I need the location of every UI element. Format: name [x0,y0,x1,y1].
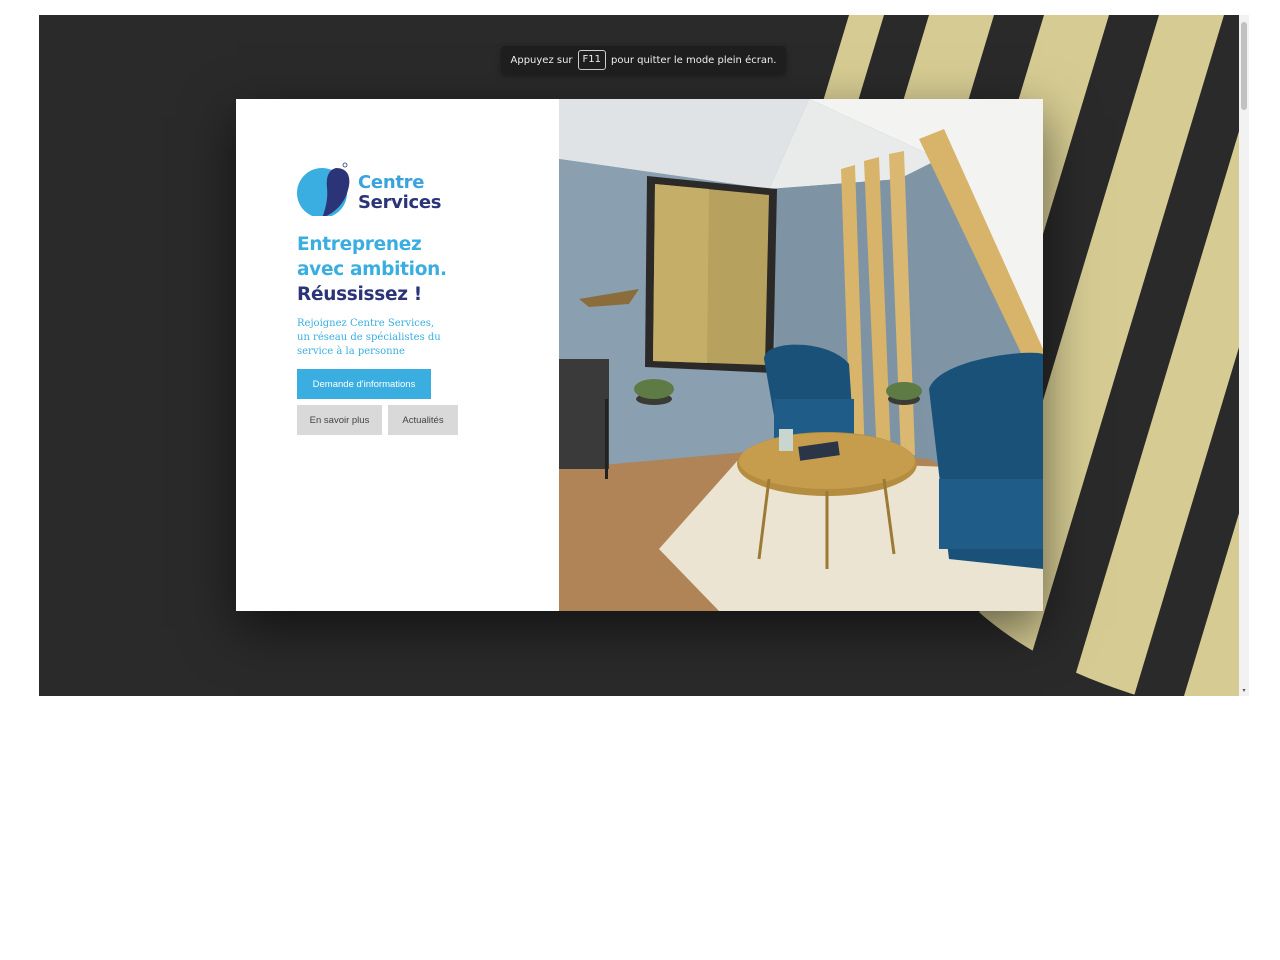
learn-more-button[interactable]: En savoir plus [297,405,382,435]
f11-key-badge: F11 [577,50,607,70]
notice-text-before: Appuyez sur [510,54,573,66]
tagline-line-3: service à la personne [297,346,405,357]
tagline-line-2: un réseau de spécialistes du [297,332,441,343]
notice-text-after: pour quitter le mode plein écran. [611,54,777,66]
fullscreen-viewport: Appuyez sur F11 pour quitter le mode ple… [39,15,1239,696]
fullscreen-exit-notice: Appuyez sur F11 pour quitter le mode ple… [501,46,786,74]
headline-line-3: Réussissez ! [297,284,422,305]
logo-mark-icon [297,162,350,216]
office-lounge-photo [559,99,1043,611]
request-info-button[interactable]: Demande d'informations [297,369,431,399]
tagline-line-1: Rejoignez Centre Services, [297,318,435,329]
headline-line-1: Entreprenez [297,234,422,255]
scroll-down-arrow-icon[interactable]: ▾ [1241,688,1247,694]
logo-line-services: Services [358,192,442,213]
scrollbar-thumb[interactable] [1241,22,1247,110]
hero-headline: Entreprenez avec ambition. Réussissez ! [297,232,447,307]
headline-line-2: avec ambition. [297,259,447,280]
hero-card: Centre Services Entreprenez avec ambitio… [236,99,1043,611]
centre-services-logo[interactable]: Centre Services [296,160,446,220]
hero-tagline: Rejoignez Centre Services, un réseau de … [297,317,457,359]
logo-line-centre: Centre [358,172,425,193]
logo-wordmark: Centre Services [358,173,441,213]
hero-left-panel: Centre Services Entreprenez avec ambitio… [236,99,559,611]
news-button[interactable]: Actualités [388,405,458,435]
vertical-scrollbar[interactable]: ▾ [1239,15,1249,696]
